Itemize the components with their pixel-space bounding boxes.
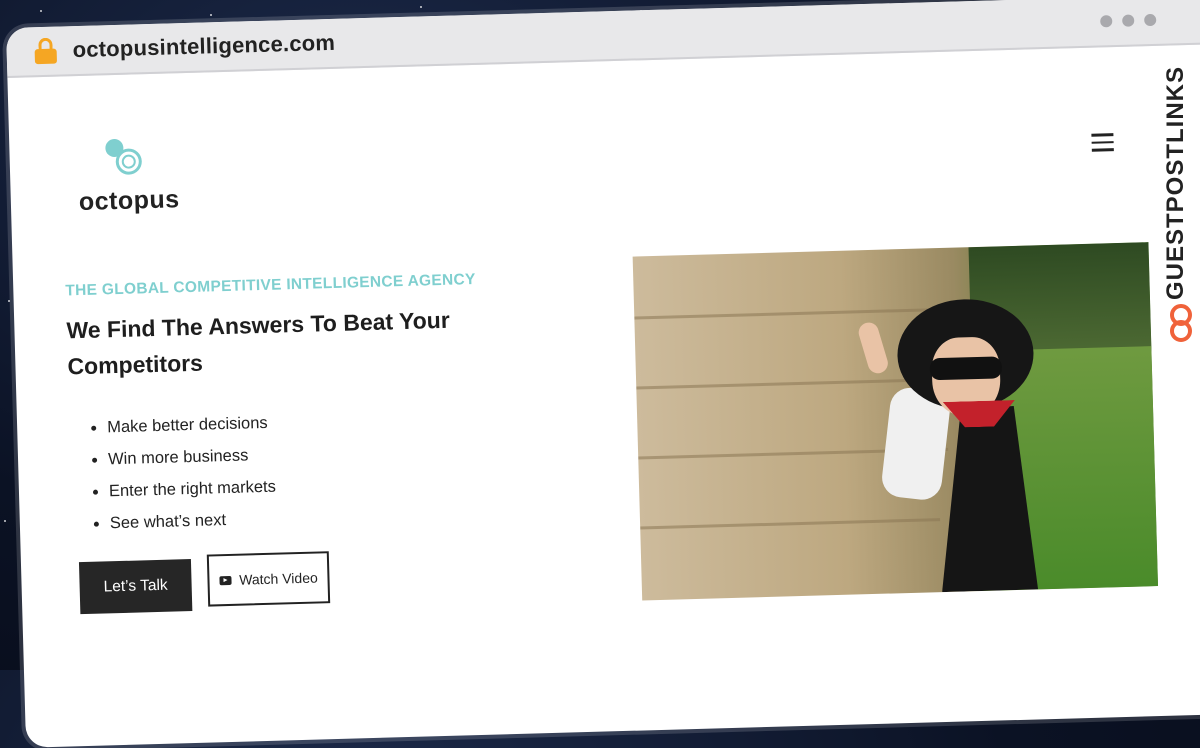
watermark-text: GUESTPOSTLINKS — [1162, 65, 1189, 300]
url-text[interactable]: octopusintelligence.com — [72, 30, 335, 63]
youtube-icon — [219, 575, 232, 585]
site-logo[interactable]: octopus — [77, 133, 180, 217]
benefit-list: Make better decisions Win more business … — [91, 407, 277, 540]
list-item: Enter the right markets — [93, 471, 277, 508]
link-icon — [1168, 304, 1194, 348]
browser-window: octopusintelligence.com octopus THE GLOB… — [6, 0, 1200, 748]
watch-video-label: Watch Video — [238, 569, 318, 588]
page-content: octopus THE GLOBAL COMPETITIVE INTELLIGE… — [7, 43, 1200, 747]
eyebrow-text: THE GLOBAL COMPETITIVE INTELLIGENCE AGEN… — [65, 270, 476, 300]
window-dot-icon — [1144, 13, 1157, 27]
octopus-logo-icon — [77, 133, 178, 186]
lock-icon — [34, 37, 58, 65]
logo-text: octopus — [78, 185, 180, 217]
list-item: See what’s next — [93, 503, 277, 540]
window-controls — [1100, 13, 1157, 28]
hero-image — [632, 242, 1159, 601]
window-dot-icon — [1122, 14, 1135, 27]
page-title: We Find The Answers To Beat Your Competi… — [66, 306, 451, 380]
list-item: Make better decisions — [91, 407, 275, 444]
lets-talk-button[interactable]: Let’s Talk — [78, 559, 193, 615]
menu-icon[interactable] — [1091, 133, 1114, 156]
list-item: Win more business — [92, 439, 276, 476]
window-dot-icon — [1100, 15, 1113, 28]
lets-talk-label: Let’s Talk — [103, 576, 168, 596]
watch-video-button[interactable]: Watch Video — [206, 551, 331, 607]
